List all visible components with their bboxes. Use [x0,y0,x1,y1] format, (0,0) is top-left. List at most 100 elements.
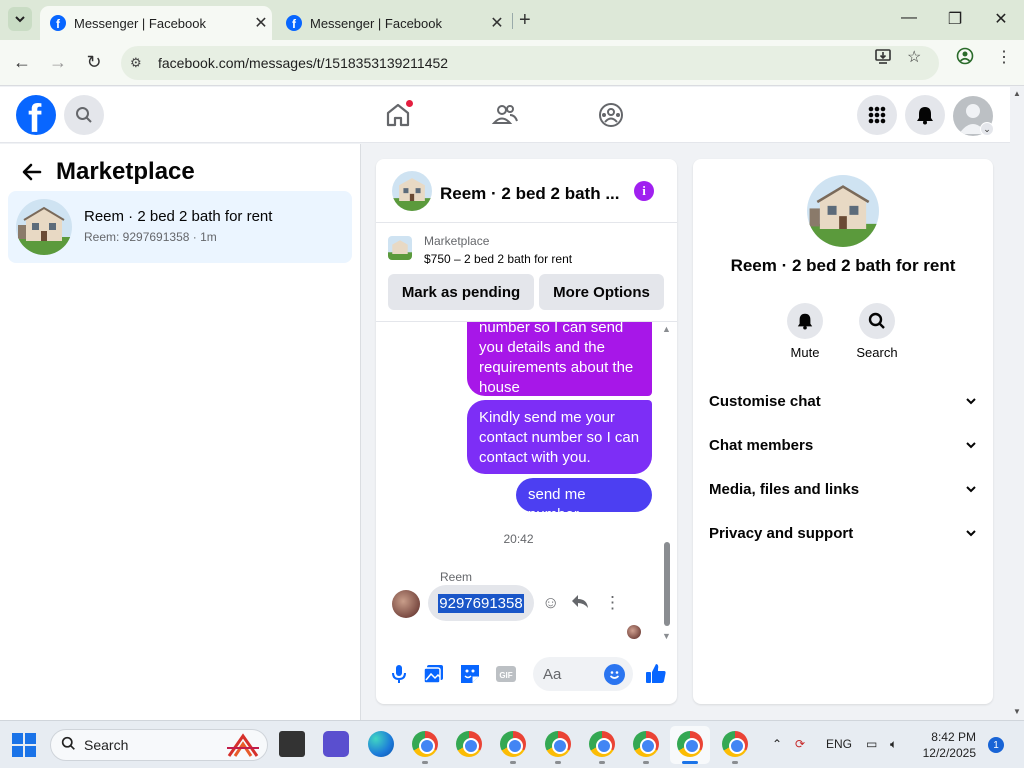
photo-gallery-icon[interactable] [423,663,445,685]
notification-badge[interactable]: 1 [988,737,1004,753]
mark-as-pending-button[interactable]: Mark as pending [388,274,534,310]
page-scrollbar[interactable]: ▲ ▼ [1010,87,1024,720]
back-arrow-icon[interactable] [22,161,42,187]
taskbar-clock[interactable]: 8:42 PM 12/2/2025 [918,729,976,761]
language-indicator[interactable]: ENG [826,737,852,751]
home-notification-dot [405,99,414,108]
minimize-button[interactable]: — [894,9,924,27]
menu-grid-button[interactable] [857,95,897,135]
section-customise-chat[interactable]: Customise chat [701,381,985,421]
taskbar-search-box[interactable]: Search [50,729,268,761]
chat-avatar[interactable] [392,171,432,211]
close-tab-icon[interactable]: ✕ [250,13,272,33]
new-tab-plus-icon[interactable]: + [519,9,531,32]
scroll-up-arrow-icon[interactable]: ▲ [1013,89,1021,98]
reply-icon[interactable] [571,593,589,614]
info-avatar[interactable] [807,175,879,247]
restore-button[interactable]: ❐ [940,9,970,29]
seen-receipt-avatar [627,625,641,639]
section-chat-members[interactable]: Chat members [701,425,985,465]
info-icon[interactable]: i [634,181,654,201]
edge-browser-icon[interactable] [368,731,394,757]
running-indicator [510,761,516,764]
conversation-item[interactable]: Reem · 2 bed 2 bath for rent Reem: 92976… [8,191,352,263]
chrome-profile-icon[interactable] [500,731,526,757]
site-settings-icon[interactable]: ⚙ [130,55,148,71]
running-indicator [732,761,738,764]
windows-start-icon[interactable] [12,733,36,757]
bell-icon [917,107,933,125]
scroll-down-arrow-icon[interactable]: ▼ [662,631,671,641]
network-icon[interactable]: ▭ [866,737,877,751]
section-label: Media, files and links [709,480,860,498]
more-actions-icon[interactable]: ⋮ [604,593,621,613]
info-title: Reem · 2 bed 2 bath for rent [730,256,956,275]
browser-menu-icon[interactable]: ⋮ [996,47,1012,67]
react-emoji-icon[interactable]: ☺ [542,593,559,613]
thumbs-up-icon[interactable] [644,662,668,686]
forward-arrow-icon[interactable]: → [46,52,70,73]
sent-message-bubble[interactable]: Kindly send me your contact number so I … [467,400,652,474]
listing-price-title[interactable]: $750 – 2 bed 2 bath for rent [424,252,572,266]
chrome-icon[interactable] [456,731,482,757]
facebook-logo-icon[interactable]: f [16,95,56,135]
friends-icon[interactable] [491,101,519,129]
chrome-profile-icon[interactable] [722,731,748,757]
search-in-chat-button[interactable]: Search [847,303,907,360]
chat-scrollbar-thumb[interactable] [664,542,670,626]
section-media-files-links[interactable]: Media, files and links [701,469,985,509]
groups-icon[interactable] [597,101,625,129]
tab-title: Messenger | Facebook [74,15,206,31]
message-list[interactable]: number so I can send you details and the… [376,322,677,645]
volume-icon[interactable]: 🔈︎ [890,737,897,752]
selected-message-text[interactable]: 9297691358 [438,593,524,613]
url-text[interactable]: facebook.com/messages/t/1518353139211452 [158,55,448,71]
emoji-icon[interactable] [604,664,625,685]
search-icon [61,736,76,755]
facebook-header: f ⌄ [0,87,1010,143]
sent-message-bubble[interactable]: send me number [516,478,652,523]
chrome-active-icon[interactable] [677,731,703,757]
chrome-profile-icon[interactable] [545,731,571,757]
sync-alert-icon[interactable]: ⟳ [795,737,805,751]
section-privacy-support[interactable]: Privacy and support [701,513,985,553]
omnibox[interactable]: ⚙ facebook.com/messages/t/15183531392114… [121,46,939,80]
gif-icon[interactable]: GIF [495,663,517,685]
message-composer: GIF [376,645,677,704]
scroll-down-arrow-icon[interactable]: ▼ [1013,707,1021,716]
mute-button[interactable]: Mute [775,303,835,360]
close-tab-icon[interactable]: ✕ [486,13,508,33]
chrome-profile-icon[interactable] [589,731,615,757]
tray-chevron-up-icon[interactable]: ⌃ [772,737,782,751]
marketplace-label: Marketplace [424,234,490,248]
running-indicator [422,761,428,764]
close-window-button[interactable]: ✕ [986,9,1016,29]
chrome-profile-icon[interactable] [412,731,438,757]
section-label: Privacy and support [709,524,854,542]
tab-search-button[interactable] [8,7,32,31]
microphone-icon[interactable] [388,663,410,685]
browser-tab-inactive[interactable]: f Messenger | Facebook ✕ [276,6,508,40]
sender-avatar[interactable] [392,590,420,618]
account-chevron-down-icon[interactable]: ⌄ [980,122,994,136]
back-arrow-icon[interactable]: ← [10,52,34,73]
reload-icon[interactable]: ↻ [82,52,106,73]
notifications-button[interactable] [905,95,945,135]
chat-title[interactable]: Reem · 2 bed 2 bath ... [440,184,630,204]
profile-icon[interactable] [956,47,974,70]
chrome-profile-icon[interactable] [633,731,659,757]
conversation-info-panel: Reem · 2 bed 2 bath for rent Mute Search… [693,159,993,704]
more-options-button[interactable]: More Options [539,274,664,310]
windows-taskbar: Search ⌃ ⟳ ENG ▭ 🔈︎ 8:42 PM 12/2/2025 1 [0,720,1024,768]
task-view-icon[interactable] [279,731,305,757]
received-message-bubble[interactable]: 9297691358 [428,585,534,621]
browser-tab-active[interactable]: f Messenger | Facebook ✕ [40,6,272,40]
sent-message-bubble[interactable]: number so I can send you details and the… [467,322,652,396]
search-button[interactable] [64,95,104,135]
install-app-icon[interactable] [874,47,892,70]
video-call-app-icon[interactable] [323,731,349,757]
sticker-icon[interactable] [459,663,481,685]
scroll-up-arrow-icon[interactable]: ▲ [662,324,671,334]
running-indicator [599,761,605,764]
bookmark-star-icon[interactable]: ☆ [907,47,921,67]
